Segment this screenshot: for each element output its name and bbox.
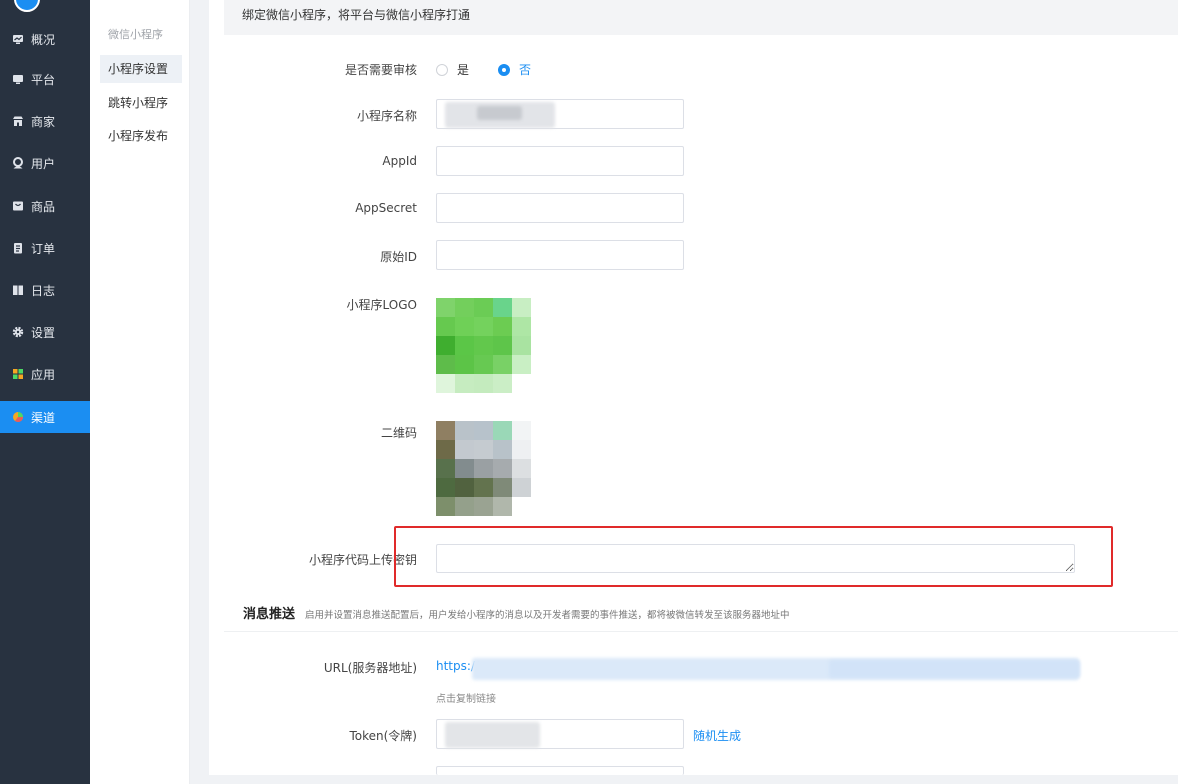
radio-label: 是 xyxy=(457,63,470,77)
redacted-value xyxy=(477,106,522,120)
subnav-item-publish-miniprogram[interactable]: 小程序发布 xyxy=(100,122,182,150)
token-label: Token(令牌) xyxy=(349,729,417,743)
main-sidebar: 概况 平台 商家 用户 商品 订单 日志 设置 应用 渠道 xyxy=(0,0,90,784)
random-generate-link[interactable]: 随机生成 xyxy=(693,727,741,744)
sidebar-item-label: 渠道 xyxy=(31,410,56,425)
sidebar-item-label: 概况 xyxy=(31,32,56,47)
sidebar-item-label: 商家 xyxy=(31,114,56,129)
upload-key-textarea[interactable] xyxy=(436,544,1075,573)
qrcode-image[interactable] xyxy=(436,421,531,516)
sidebar-item-label: 用户 xyxy=(31,156,56,171)
notice-bar: 绑定微信小程序，将平台与微信小程序打通 xyxy=(224,0,1178,35)
qrcode-label: 二维码 xyxy=(380,426,417,440)
message-push-description: 启用并设置消息推送配置后，用户发给小程序的消息以及开发者需要的事件推送，都将被微… xyxy=(305,610,790,621)
radio-circle xyxy=(436,63,448,76)
review-no-radio[interactable]: 否 xyxy=(498,61,531,78)
sidebar-item-channel[interactable]: 渠道 xyxy=(0,401,90,433)
sidebar-item-label: 日志 xyxy=(31,283,56,298)
sub-navigation: 微信小程序 小程序设置 跳转小程序 小程序发布 xyxy=(90,0,190,784)
monitor-icon xyxy=(12,73,24,85)
sidebar-item-apps[interactable]: 应用 xyxy=(0,358,90,390)
app-root: 概况 平台 商家 用户 商品 订单 日志 设置 应用 渠道 微信小程序 小程序设… xyxy=(0,0,1178,784)
original-id-label: 原始ID xyxy=(380,250,417,264)
sidebar-item-platform[interactable]: 平台 xyxy=(0,63,90,95)
channel-icon xyxy=(12,411,24,423)
name-label: 小程序名称 xyxy=(356,109,417,123)
logo-label: 小程序LOGO xyxy=(346,298,417,312)
sidebar-item-label: 订单 xyxy=(31,241,56,256)
main-content: 绑定微信小程序，将平台与微信小程序打通 是否需要审核 是 否 小程序名称 App… xyxy=(209,0,1178,775)
radio-label: 否 xyxy=(519,63,532,77)
redacted-url xyxy=(829,660,1080,678)
store-icon xyxy=(12,115,24,127)
logo-image[interactable] xyxy=(436,298,531,393)
notice-text: 绑定微信小程序，将平台与微信小程序打通 xyxy=(242,8,471,22)
apps-icon xyxy=(12,368,24,380)
review-yes-radio[interactable]: 是 xyxy=(436,61,469,78)
upload-key-label: 小程序代码上传密钥 xyxy=(308,553,417,567)
appid-input[interactable] xyxy=(436,146,684,176)
name-input[interactable] xyxy=(436,99,684,129)
sidebar-item-label: 平台 xyxy=(31,72,56,87)
token-input[interactable] xyxy=(436,719,684,749)
section-divider xyxy=(224,631,1178,632)
subnav-group-title: 微信小程序 xyxy=(108,28,163,41)
appsecret-input[interactable] xyxy=(436,193,684,223)
subnav-item-jump-miniprogram[interactable]: 跳转小程序 xyxy=(100,89,182,117)
next-input[interactable] xyxy=(436,766,684,775)
sidebar-item-label: 应用 xyxy=(31,367,56,382)
review-label: 是否需要审核 xyxy=(344,63,417,77)
sidebar-item-order[interactable]: 订单 xyxy=(0,232,90,264)
user-icon xyxy=(12,157,24,169)
gear-icon xyxy=(12,326,24,338)
message-push-title: 消息推送 xyxy=(243,607,296,622)
url-label: URL(服务器地址) xyxy=(323,661,417,675)
order-icon xyxy=(12,242,24,254)
sidebar-item-merchant[interactable]: 商家 xyxy=(0,105,90,137)
sidebar-item-user[interactable]: 用户 xyxy=(0,147,90,179)
copy-link-hint[interactable]: 点击复制链接 xyxy=(436,690,496,705)
goods-icon xyxy=(12,200,24,212)
subnav-item-miniprogram-settings[interactable]: 小程序设置 xyxy=(100,55,182,83)
radio-circle xyxy=(498,63,510,76)
appsecret-label: AppSecret xyxy=(355,201,417,215)
sidebar-item-label: 设置 xyxy=(31,325,56,340)
log-icon xyxy=(12,284,24,296)
redacted-value xyxy=(445,722,540,748)
sidebar-item-label: 商品 xyxy=(31,199,56,214)
sidebar-item-overview[interactable]: 概况 xyxy=(0,23,90,55)
sidebar-item-goods[interactable]: 商品 xyxy=(0,190,90,222)
sidebar-item-settings[interactable]: 设置 xyxy=(0,316,90,348)
original-id-input[interactable] xyxy=(436,240,684,270)
sidebar-item-log[interactable]: 日志 xyxy=(0,274,90,306)
logo xyxy=(14,0,40,12)
appid-label: AppId xyxy=(382,154,417,168)
overview-icon xyxy=(12,33,24,45)
